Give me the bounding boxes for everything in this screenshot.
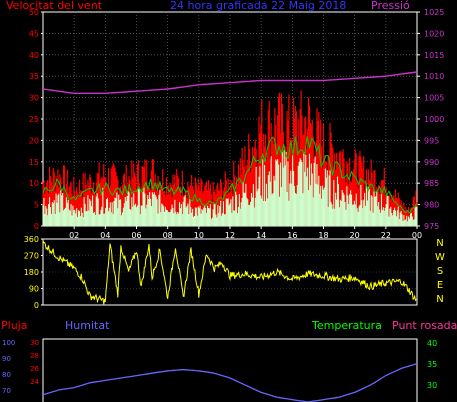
pressure-tick-label: 1010	[424, 72, 444, 81]
direction-tick-label: 180	[24, 268, 39, 277]
wind-tick-label: 30	[29, 94, 39, 103]
pressure-tick-label: 980	[424, 201, 439, 210]
humidity-tick-label: 70	[2, 387, 11, 395]
humidity-temperature-chart: 100 90 80 70 30 28 26 24 40 35 30	[2, 338, 437, 402]
humidity-chart-frame	[42, 338, 418, 402]
wind-tick-label: 25	[29, 115, 39, 124]
wind-tick-label: 20	[29, 136, 39, 145]
humidity-line	[42, 362, 418, 402]
time-axis-ticks: 02 04 06 08 10 12 14 16 18 20 22 00	[69, 226, 422, 240]
wind-left-ticks: 0 5 10 15 20 25 30 35 40 45 50	[29, 8, 43, 231]
pressure-ticks: 975 980 985 990 995 1000 1005 1010 1015 1020 1025	[417, 8, 444, 231]
pressure-tick-label: 985	[424, 179, 439, 188]
wind-direction-chart: 090180270360 NWSEN	[24, 235, 445, 310]
pressure-tick-label: 1015	[424, 51, 444, 60]
temperature-tick-label: 30	[427, 381, 437, 390]
compass-label: S	[437, 266, 443, 277]
direction-tick-label: 270	[24, 252, 39, 261]
pressure-tick-label: 995	[424, 136, 439, 145]
wind-tick-label: 10	[29, 179, 39, 188]
humidity-tick-label: 80	[2, 371, 11, 379]
wind-series	[42, 71, 418, 226]
humidity-ticks: 100 90 80 70 30 28 26 24 40 35 30	[2, 339, 437, 395]
wind-tick-label: 50	[29, 8, 39, 17]
compass-label: W	[435, 252, 445, 263]
wind-tick-label: 35	[29, 72, 39, 81]
pressure-tick-label: 1025	[424, 8, 444, 17]
rain-tick-label: 30	[30, 339, 39, 347]
wind-tick-label: 45	[29, 29, 39, 38]
compass-label: N	[436, 294, 443, 305]
pressure-tick-label: 1020	[424, 29, 444, 38]
direction-tick-label: 360	[24, 235, 39, 244]
humidity-tick-label: 100	[2, 339, 15, 347]
humidity-tick-label: 90	[2, 355, 11, 363]
pressure-tick-label: 975	[424, 222, 439, 231]
wind-tick-label: 0	[34, 222, 39, 231]
rain-tick-label: 28	[30, 352, 39, 360]
weather-charts: 05101520253035404550 9759809859909951000…	[2, 8, 445, 402]
direction-ticks: 0 90 180 270 360	[24, 235, 417, 310]
rain-tick-label: 24	[30, 378, 39, 386]
wind-tick-label: 5	[34, 201, 39, 210]
pressure-tick-label: 990	[424, 158, 439, 167]
compass-label: N	[436, 238, 443, 249]
direction-tick-label: 0	[34, 301, 39, 310]
humidity-series	[42, 362, 418, 402]
wind-tick-label: 15	[29, 158, 39, 167]
compass-label: E	[437, 280, 443, 291]
compass-labels: NWSEN	[435, 238, 445, 305]
wind-pressure-chart: 05101520253035404550 9759809859909951000…	[29, 8, 445, 240]
temperature-tick-label: 40	[427, 339, 437, 348]
temperature-tick-label: 35	[427, 360, 437, 369]
pressure-tick-label: 1005	[424, 94, 444, 103]
rain-tick-label: 26	[30, 365, 39, 373]
wind-tick-label: 40	[29, 51, 39, 60]
direction-tick-label: 90	[29, 285, 39, 294]
pressure-tick-label: 1000	[424, 115, 444, 124]
